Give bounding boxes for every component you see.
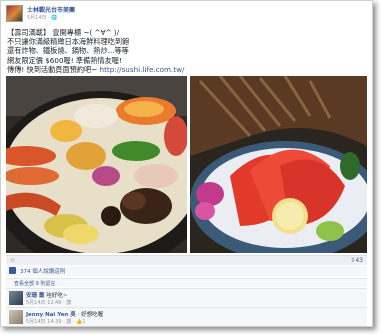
post-timestamp[interactable]: 5月14日 · 🌐 <box>27 14 58 21</box>
post-body: 【壽司滿載】 壹開專櫃 ~( ^∀^ )/ 不只讓你滿級精緻日本海鮮料理吃到飽 … <box>7 28 367 74</box>
photo-rice-bowl[interactable] <box>6 76 187 253</box>
like-icon <box>9 267 16 274</box>
rice-bowl-image <box>6 76 187 253</box>
commenter-avatar[interactable] <box>9 291 23 305</box>
page-avatar[interactable] <box>6 5 23 22</box>
post-line: 網友限定價 $600喔! 準備熱情友喔! <box>7 55 122 65</box>
post-line-text: 傳傳! 快到活動頁面預約吧~ <box>7 64 100 74</box>
likes-count[interactable]: 374 個人說讚這則 <box>20 267 65 275</box>
view-all-comments-label[interactable]: 查看全部 9 則留言 <box>14 280 55 287</box>
likes-summary: 374 個人說讚這則 <box>6 266 367 276</box>
view-all-comments[interactable]: 查看全部 9 則留言 <box>6 278 367 287</box>
commenter-avatar[interactable] <box>9 310 23 324</box>
commenter-name: Jenny Nai Yen 吳 · 好想吃喔 <box>26 310 103 318</box>
post-link[interactable]: http://sushi.life.com.tw/ <box>100 65 185 74</box>
post-line: 傳傳! 快到活動頁面預約吧~ http://sushi.life.com.tw/ <box>7 65 367 74</box>
comment-item: 安珊 蕭 哇好吃~ 5月14日 12:46 · 讚 <box>6 288 367 307</box>
comment-meta[interactable]: 5月14日 12:46 · 讚 <box>26 299 71 306</box>
commenter-name: 安珊 蕭 哇好吃~ <box>26 291 67 299</box>
star-icon[interactable]: ☆ <box>10 257 15 264</box>
page-name-link[interactable]: 士林觀光台市美團 <box>27 5 75 14</box>
post-line: 【壽司滿載】 壹開專櫃 ~( ^∀^ )/ <box>7 28 120 37</box>
action-bar: ☆ ⇧43 <box>6 255 367 265</box>
share-count-icon[interactable]: ⇧43 <box>350 257 363 264</box>
post-line: 不只讓你滿級精緻日本海鮮料理吃到飽 <box>7 37 130 47</box>
comment-item: Jenny Nai Yen 吳 · 好想吃喔 5月14日 14:39 · 讚 ·… <box>6 307 367 326</box>
comment-meta[interactable]: 5月14日 14:39 · 讚 · 👍1 <box>26 318 86 325</box>
photo-sashimi[interactable] <box>190 76 367 253</box>
sashimi-image <box>190 76 367 253</box>
post-header: 士林觀光台市美團 5月14日 · 🌐 <box>6 5 366 23</box>
post-line: 還有炸物、鐵板燒、鍋物、熱炒...等等 <box>7 46 129 56</box>
